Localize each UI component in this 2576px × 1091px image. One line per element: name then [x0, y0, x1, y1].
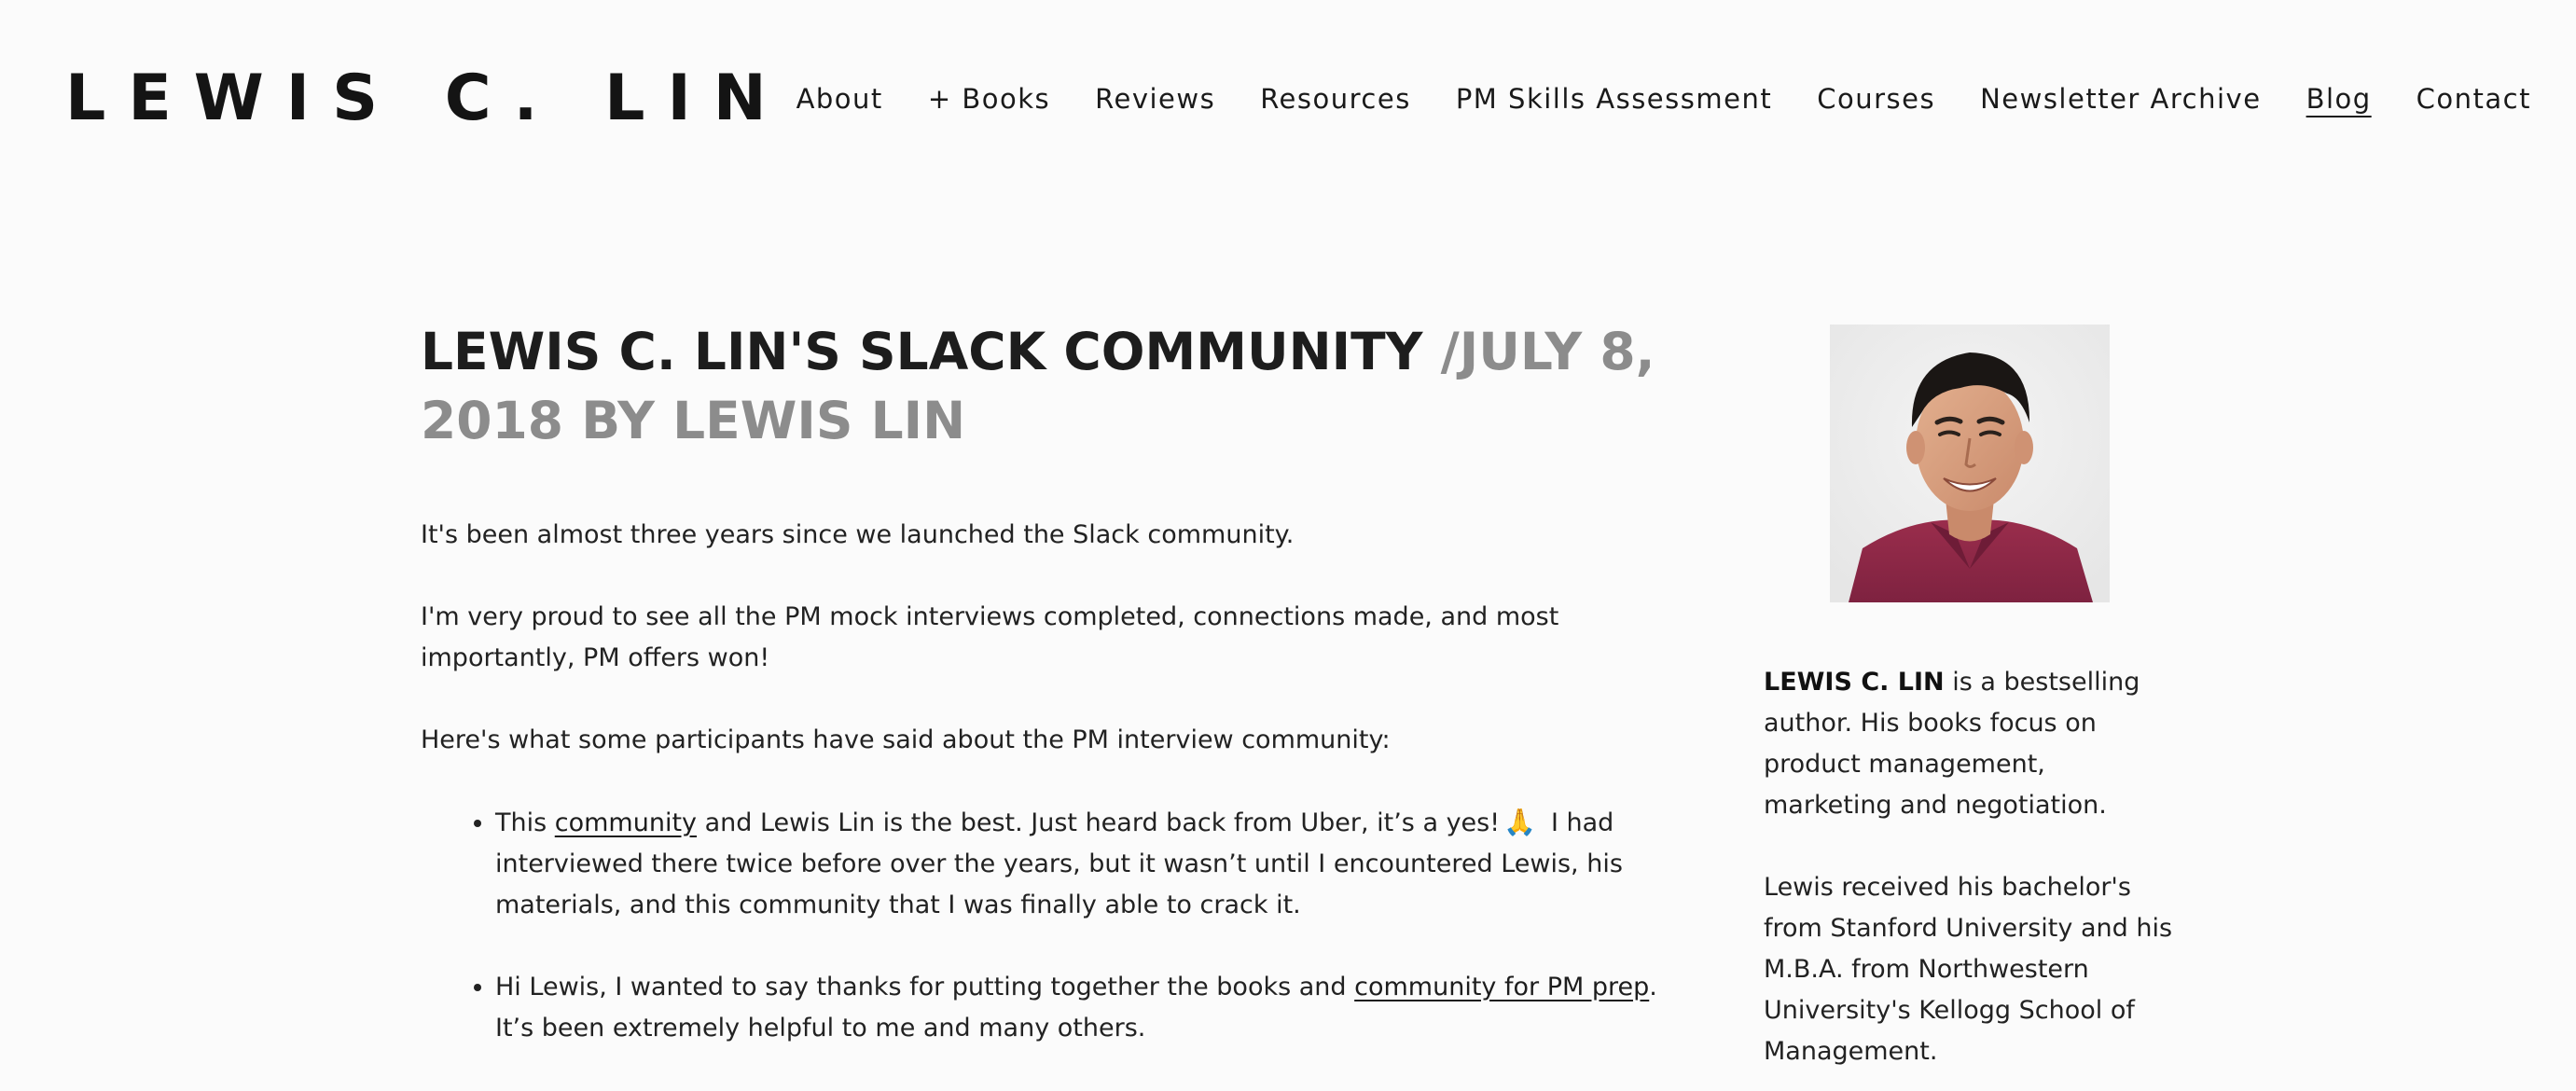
testimonial-text: Hi Lewis, I wanted to say thanks for put… — [495, 973, 1355, 1001]
testimonial-item: Hi Lewis, I wanted to say thanks for put… — [495, 967, 1670, 1049]
community-for-pm-prep-link[interactable]: community for PM prep — [1354, 973, 1649, 1001]
testimonial-list: This community and Lewis Lin is the best… — [421, 802, 1670, 1049]
bio-author-name: LEWIS C. LIN — [1764, 668, 1945, 697]
post-title: LEWIS C. LIN'S SLACK COMMUNITY /JULY 8, … — [421, 317, 1670, 455]
blog-post: LEWIS C. LIN'S SLACK COMMUNITY /JULY 8, … — [421, 317, 1670, 1090]
nav-courses[interactable]: Courses — [1817, 78, 1935, 119]
post-paragraph: It's been almost three years since we la… — [421, 520, 1295, 549]
praying-hands-icon: 🙏 — [1503, 807, 1536, 837]
nav-blog[interactable]: Blog — [2306, 78, 2372, 119]
author-bio: LEWIS C. LIN is a bestselling author. Hi… — [1764, 662, 2174, 1072]
page: LEWIS C. LIN About + Books Reviews Resou… — [0, 0, 2576, 1091]
nav-contact[interactable]: Contact — [2417, 78, 2531, 119]
main-nav: About + Books Reviews Resources PM Skill… — [796, 78, 2531, 119]
nav-resources[interactable]: Resources — [1260, 78, 1411, 119]
testimonial-text: and Lewis Lin is the best. Just heard ba… — [697, 808, 1501, 837]
post-body: It's been almost three years since we la… — [421, 515, 1670, 1049]
nav-reviews[interactable]: Reviews — [1095, 78, 1215, 119]
author-sidebar: LEWIS C. LIN is a bestselling author. Hi… — [1764, 325, 2174, 1091]
post-paragraph: I'm very proud to see all the PM mock in… — [421, 602, 1559, 672]
nav-pm-skills-assessment[interactable]: PM Skills Assessment — [1456, 78, 1772, 119]
nav-newsletter-archive[interactable]: Newsletter Archive — [1980, 78, 2262, 119]
post-title-text: LEWIS C. LIN'S SLACK COMMUNITY — [421, 322, 1423, 381]
testimonial-item: This community and Lewis Lin is the best… — [495, 802, 1670, 926]
site-title-link[interactable]: LEWIS C. LIN — [65, 62, 789, 136]
nav-books[interactable]: + Books — [928, 78, 1050, 119]
post-paragraph: Here's what some participants have said … — [421, 725, 1391, 754]
testimonial-text: This — [495, 808, 555, 837]
bio-education: Lewis received his bachelor's from Stanf… — [1764, 873, 2173, 1066]
bio-paragraph: LEWIS C. LIN is a bestselling author. Hi… — [1764, 662, 2174, 826]
author-photo — [1830, 325, 2110, 602]
community-link[interactable]: community — [555, 808, 697, 837]
nav-about[interactable]: About — [796, 78, 883, 119]
